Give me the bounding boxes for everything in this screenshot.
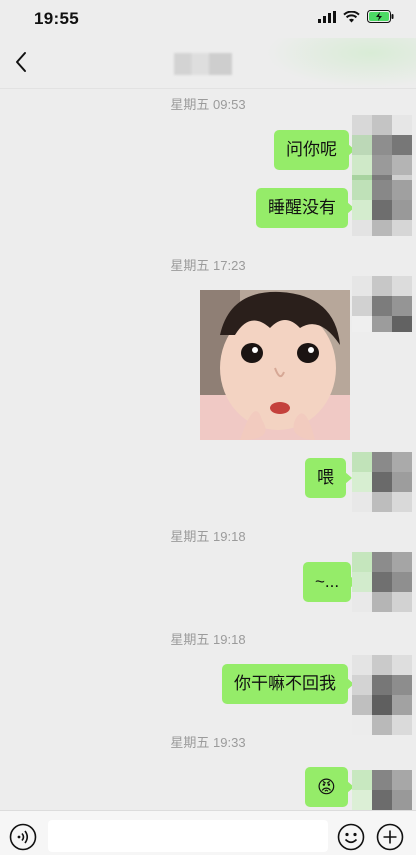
avatar-blurred[interactable] bbox=[352, 770, 412, 810]
wifi-icon bbox=[343, 10, 360, 22]
avatar-blurred[interactable] bbox=[352, 655, 412, 735]
message-bubble[interactable]: 喂 bbox=[305, 458, 352, 498]
photo-drawing bbox=[200, 290, 350, 440]
chat-title-blurred bbox=[174, 53, 232, 75]
avatar-blurred[interactable] bbox=[352, 180, 412, 236]
signal-icon bbox=[318, 10, 336, 23]
status-bar: 19:55 bbox=[0, 0, 416, 38]
child-photo-image[interactable] bbox=[200, 290, 350, 440]
message-bubble[interactable]: 你干嘛不回我 bbox=[222, 664, 354, 704]
emoji-message-bubble[interactable]: 😡 bbox=[305, 767, 354, 807]
message-bubble[interactable]: 睡醒没有 bbox=[256, 188, 354, 228]
plus-icon[interactable] bbox=[376, 823, 404, 851]
avatar-blurred[interactable] bbox=[352, 552, 412, 612]
message-timestamp: 星期五 09:53 bbox=[170, 97, 246, 112]
chat-header bbox=[0, 38, 416, 89]
message-bubble[interactable]: ~... bbox=[303, 562, 358, 602]
status-time: 19:55 bbox=[34, 9, 79, 28]
message-timestamp: 星期五 17:23 bbox=[170, 258, 246, 273]
input-bar bbox=[0, 810, 416, 855]
voice-icon[interactable] bbox=[9, 823, 37, 851]
header-decoration bbox=[266, 38, 416, 88]
battery-charging-icon bbox=[367, 10, 394, 23]
message-timestamp: 星期五 19:33 bbox=[170, 735, 246, 750]
avatar-blurred[interactable] bbox=[352, 452, 412, 512]
angry-face-emoji: 😡 bbox=[317, 777, 336, 797]
message-timestamp: 星期五 19:18 bbox=[170, 632, 246, 647]
message-bubble[interactable]: 问你呢 bbox=[274, 130, 355, 170]
back-icon[interactable] bbox=[10, 48, 34, 76]
message-input[interactable] bbox=[48, 820, 328, 852]
emoji-icon[interactable] bbox=[337, 823, 365, 851]
message-timestamp: 星期五 19:18 bbox=[170, 529, 246, 544]
status-icons bbox=[318, 10, 394, 23]
avatar-blurred[interactable] bbox=[352, 276, 412, 332]
